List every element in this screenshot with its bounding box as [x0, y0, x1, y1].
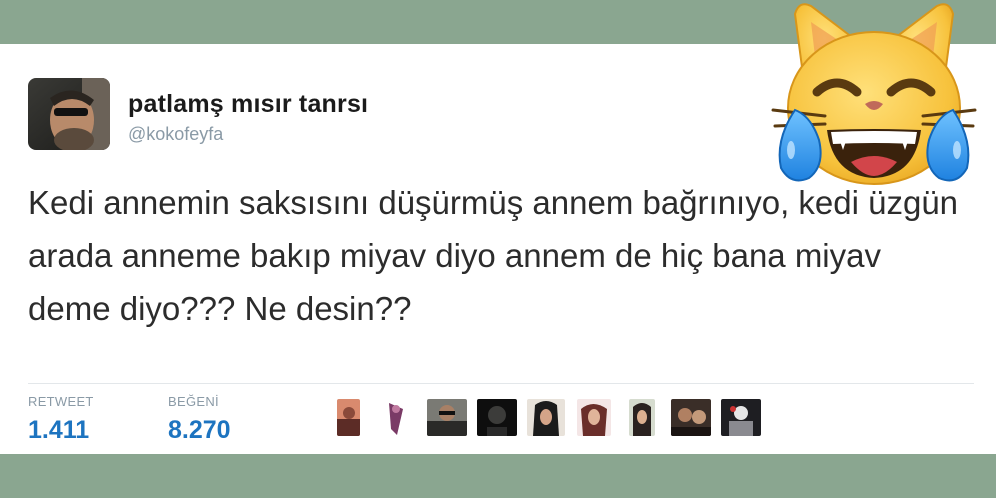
- divider: [28, 383, 974, 384]
- like-count[interactable]: 8.270: [168, 416, 231, 445]
- display-name[interactable]: patlamş mısır tanrsı: [128, 90, 368, 119]
- like-label: BEĞENİ: [168, 394, 219, 409]
- liker-avatar[interactable]: [527, 399, 565, 436]
- liker-avatar[interactable]: [427, 399, 467, 436]
- cat-face-with-tears-of-joy-icon: [765, 0, 983, 192]
- liker-avatar[interactable]: [671, 399, 711, 436]
- liker-avatar[interactable]: [721, 399, 761, 436]
- liker-avatar[interactable]: [337, 399, 360, 436]
- liker-avatar[interactable]: [629, 399, 655, 436]
- liker-avatar[interactable]: [385, 399, 408, 436]
- retweet-count[interactable]: 1.411: [28, 416, 89, 445]
- liker-avatar[interactable]: [477, 399, 517, 436]
- avatar[interactable]: [28, 78, 110, 150]
- tweet-text: Kedi annemin saksısını düşürmüş annem ba…: [28, 184, 959, 327]
- retweet-label: RETWEET: [28, 394, 94, 409]
- liker-avatar[interactable]: [577, 399, 611, 436]
- user-handle[interactable]: @kokofeyfa: [128, 124, 223, 145]
